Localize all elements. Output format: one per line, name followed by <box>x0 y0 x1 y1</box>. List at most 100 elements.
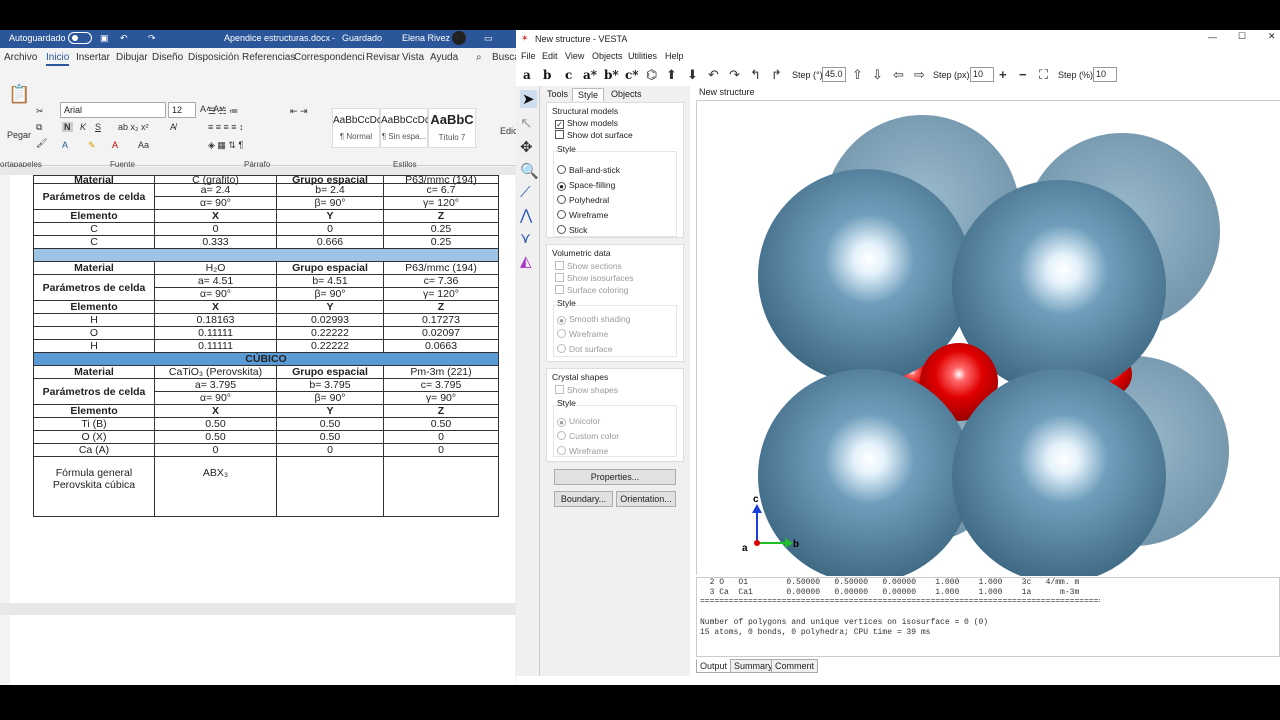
menu-view[interactable]: View <box>565 51 584 61</box>
polyhedral-radio[interactable]: Polyhedral <box>557 195 609 205</box>
close-icon[interactable]: ✕ <box>1268 31 1276 42</box>
tab-disposicion[interactable]: Disposición <box>188 52 239 63</box>
space-filling-radio[interactable]: ● Space-filling <box>557 180 615 191</box>
view-b-button[interactable]: b <box>543 68 551 82</box>
style-sin-espaciado[interactable]: AaBbCcDc ¶ Sin espa... <box>380 108 430 148</box>
tab-vista[interactable]: Vista <box>402 52 424 63</box>
view-a-star-button[interactable]: a* <box>583 68 597 82</box>
custom-color-radio[interactable]: Custom color <box>557 431 619 441</box>
tab-busca[interactable]: Busca <box>492 52 516 63</box>
crystal-wireframe-radio[interactable]: Wireframe <box>557 446 608 456</box>
avatar[interactable] <box>452 31 466 45</box>
clear-format-icon[interactable]: A̸ <box>170 122 176 132</box>
paste-icon[interactable]: 📋 <box>8 84 30 105</box>
ball-and-stick-radio[interactable]: Ball-and-stick <box>557 165 620 175</box>
perspective-icon[interactable]: ⌬ <box>646 67 657 83</box>
distance-tool-icon[interactable]: ⟋ <box>520 184 531 201</box>
tab-tools[interactable]: Tools <box>542 88 573 100</box>
rotate-ccw-icon[interactable]: ↰ <box>750 67 761 83</box>
structure-render[interactable]: c b a <box>697 101 1280 583</box>
view-c-star-button[interactable]: c* <box>625 68 639 82</box>
properties-button[interactable]: Properties... <box>554 469 676 485</box>
structure-viewport[interactable]: c b a <box>696 100 1280 583</box>
vol-wireframe-radio[interactable]: Wireframe <box>557 329 608 339</box>
menu-objects[interactable]: Objects <box>592 51 623 61</box>
paste-button[interactable]: Pegar <box>7 130 31 140</box>
maximize-icon[interactable]: ☐ <box>1238 31 1246 42</box>
underline-button[interactable]: S <box>95 122 101 132</box>
orientation-button[interactable]: Orientation... <box>616 491 676 507</box>
bold-button[interactable]: N <box>62 122 73 132</box>
view-tab[interactable]: New structure <box>696 86 758 98</box>
view-c-button[interactable]: c <box>565 68 572 82</box>
ribbon-display-icon[interactable]: ▭ <box>484 33 493 44</box>
shading-icon[interactable]: ◈ ▦ ⇅ ¶ <box>208 140 243 151</box>
rotate-down-icon[interactable]: ⬇ <box>687 67 698 83</box>
view-b-star-button[interactable]: b* <box>604 68 619 82</box>
tab-comment[interactable]: Comment <box>771 659 819 673</box>
tab-archivo[interactable]: Archivo <box>4 52 37 63</box>
smooth-shading-radio[interactable]: ● Smooth shading <box>557 314 630 325</box>
text-effects-icon[interactable]: A <box>62 140 68 150</box>
indent-icon[interactable]: ⇤ ⇥ <box>290 106 308 117</box>
magnify-tool-icon[interactable]: 🔍 <box>520 162 539 180</box>
show-dot-surface-checkbox[interactable]: Show dot surface <box>555 130 633 140</box>
info-tool-icon[interactable]: ◭ <box>520 252 532 270</box>
show-models-checkbox[interactable]: ✓ Show models <box>555 118 618 129</box>
tab-diseno[interactable]: Diseño <box>152 52 183 63</box>
unicolor-radio[interactable]: ● Unicolor <box>557 416 600 427</box>
boundary-button[interactable]: Boundary... <box>554 491 613 507</box>
fit-icon[interactable]: ⛶ <box>1039 67 1048 83</box>
cut-icon[interactable]: ✂ <box>36 106 44 117</box>
font-color-icon[interactable]: A <box>112 140 118 150</box>
show-shapes-checkbox[interactable]: Show shapes <box>555 385 618 395</box>
align-icons[interactable]: ≡ ≡ ≡ ≡ ↕ <box>208 122 244 132</box>
surface-coloring-checkbox[interactable]: Surface coloring <box>555 285 628 295</box>
move-left-icon[interactable]: ⇦ <box>893 67 904 83</box>
tab-inicio[interactable]: Inicio <box>46 52 70 66</box>
font-size-select[interactable]: 12 <box>168 102 196 118</box>
dihedral-tool-icon[interactable]: ⋎ <box>520 229 531 247</box>
rotate-cw-icon[interactable]: ↱ <box>771 67 782 83</box>
tab-objects[interactable]: Objects <box>606 88 647 100</box>
tab-summary[interactable]: Summary <box>730 659 777 673</box>
menu-utilities[interactable]: Utilities <box>628 51 657 61</box>
tab-revisar[interactable]: Revisar <box>366 52 400 63</box>
document-page[interactable]: Material C (grafito) Grupo espacial P63/mmc… <box>10 174 515 603</box>
italic-button[interactable]: K <box>80 122 86 132</box>
tab-style[interactable]: Style <box>572 88 605 101</box>
autosave-toggle[interactable] <box>68 32 92 44</box>
step-deg-input[interactable]: 45.0 <box>822 67 846 82</box>
save-icon[interactable]: ▣ <box>100 33 109 44</box>
zoom-out-icon[interactable]: − <box>1019 67 1027 82</box>
tab-correspondencia[interactable]: Correspondenci <box>294 52 365 63</box>
output-console[interactable]: 2 O O1 0.50000 0.50000 0.00000 1.000 1.0… <box>696 577 1280 657</box>
tab-referencias[interactable]: Referencias <box>242 52 295 63</box>
rotate-tool-icon[interactable]: ↖ <box>520 114 533 132</box>
move-down-icon[interactable]: ⇩ <box>872 67 883 83</box>
style-normal[interactable]: AaBbCcDc ¶ Normal <box>332 108 382 148</box>
format-painter-icon[interactable]: 🖌 <box>36 138 47 149</box>
search-icon[interactable]: ⌕ <box>476 52 482 63</box>
menu-help[interactable]: Help <box>665 51 684 61</box>
move-right-icon[interactable]: ⇨ <box>914 67 925 83</box>
move-up-icon[interactable]: ⇧ <box>852 67 863 83</box>
strike-icon[interactable]: ab x₂ x² <box>118 122 149 132</box>
rotate-right-icon[interactable]: ↷ <box>729 67 740 83</box>
editing-button[interactable]: Edic <box>500 126 516 136</box>
rotate-left-icon[interactable]: ↶ <box>708 67 719 83</box>
show-sections-checkbox[interactable]: Show sections <box>555 261 622 271</box>
change-case-icon[interactable]: Aa <box>138 140 149 150</box>
stick-radio[interactable]: Stick <box>557 225 587 235</box>
step-pct-input[interactable]: 10 <box>1093 67 1117 82</box>
tab-dibujar[interactable]: Dibujar <box>116 52 148 63</box>
view-a-button[interactable]: a <box>523 68 531 82</box>
menu-edit[interactable]: Edit <box>542 51 558 61</box>
undo-icon[interactable]: ↶ <box>120 33 128 44</box>
minimize-icon[interactable]: — <box>1208 32 1217 42</box>
rotate-up-icon[interactable]: ⬆ <box>666 67 677 83</box>
tab-insertar[interactable]: Insertar <box>76 52 110 63</box>
bullets-icon[interactable]: ☰ ☷ ≔ <box>208 106 238 117</box>
redo-icon[interactable]: ↷ <box>148 33 156 44</box>
document-page-2[interactable] <box>10 615 515 685</box>
